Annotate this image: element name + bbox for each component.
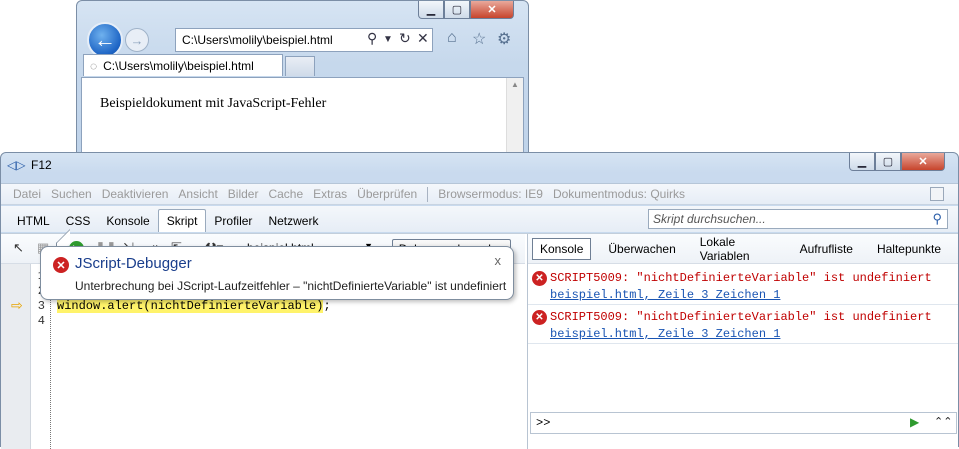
tab-profiler[interactable]: Profiler bbox=[206, 210, 260, 232]
gear-icon[interactable]: ⚙ bbox=[497, 29, 511, 49]
minimize-button[interactable]: ▁ bbox=[849, 153, 875, 171]
close-button[interactable]: ✕ bbox=[901, 153, 945, 171]
browser-tab[interactable]: ◌ C:\Users\molily\beispiel.html bbox=[83, 54, 283, 76]
caption-buttons: ▁ ▢ ✕ bbox=[849, 153, 945, 171]
console-message-link[interactable]: beispiel.html, Zeile 3 Zeichen 1 bbox=[550, 288, 780, 302]
browser-window: ▁ ▢ ✕ ← → C:\Users\molily\beispiel.html … bbox=[76, 0, 529, 162]
code-token: window.alert(nichtDefinierteVariable) bbox=[57, 299, 324, 313]
menu-item-bilder[interactable]: Bilder bbox=[228, 187, 259, 201]
close-icon[interactable]: x bbox=[495, 253, 502, 268]
document-mode-menu[interactable]: Dokumentmodus: Quirks bbox=[553, 187, 685, 201]
address-text: C:\Users\molily\beispiel.html bbox=[182, 33, 333, 47]
back-button[interactable]: ← bbox=[87, 22, 123, 58]
vertical-scrollbar[interactable]: ▲ bbox=[506, 78, 523, 162]
expand-console-icon[interactable]: ⌃⌃ bbox=[934, 415, 952, 428]
console-message: ✕ SCRIPT5009: "nichtDefinierteVariable" … bbox=[528, 306, 958, 344]
devtools-icon: ◁▷ bbox=[7, 158, 26, 172]
menu-bar: Datei Suchen Deaktivieren Ansicht Bilder… bbox=[1, 183, 958, 205]
caption-buttons: ▁ ▢ ✕ bbox=[418, 1, 514, 19]
console-message-link[interactable]: beispiel.html, Zeile 3 Zeichen 1 bbox=[550, 327, 780, 341]
favorites-icon[interactable]: ☆ bbox=[472, 29, 486, 49]
select-element-icon[interactable]: ↖ bbox=[13, 240, 24, 256]
window-title: F12 bbox=[31, 158, 52, 172]
forward-button[interactable]: → bbox=[125, 28, 149, 52]
console-message-text: SCRIPT5009: "nichtDefinierteVariable" is… bbox=[550, 271, 932, 285]
console-tab-haltepunkte[interactable]: Haltepunkte bbox=[870, 239, 948, 259]
tab-konsole[interactable]: Konsole bbox=[98, 210, 157, 232]
maximize-button[interactable]: ▢ bbox=[875, 153, 901, 171]
breakpoint-gutter[interactable] bbox=[1, 264, 31, 449]
error-icon: ✕ bbox=[532, 271, 547, 286]
close-button[interactable]: ✕ bbox=[470, 1, 514, 19]
minimize-button[interactable]: ▁ bbox=[418, 1, 444, 19]
tab-netzwerk[interactable]: Netzwerk bbox=[260, 210, 326, 232]
menu-separator bbox=[427, 186, 429, 202]
debugger-balloon: ✕ JScript-Debugger x Unterbrechung bei J… bbox=[40, 246, 514, 300]
error-icon: ✕ bbox=[53, 257, 69, 273]
balloon-title: JScript-Debugger bbox=[75, 255, 192, 272]
console-pane: Konsole Überwachen Lokale Variablen Aufr… bbox=[527, 234, 958, 449]
search-icon[interactable]: ⚲ bbox=[367, 30, 377, 47]
error-icon: ✕ bbox=[532, 310, 547, 325]
collapse-icon[interactable] bbox=[930, 187, 944, 201]
code-token: ; bbox=[323, 299, 331, 313]
console-tab-aufrufliste[interactable]: Aufrufliste bbox=[793, 239, 860, 259]
console-input[interactable]: >> bbox=[530, 412, 957, 434]
new-tab-button[interactable] bbox=[285, 56, 315, 76]
balloon-message: Unterbrechung bei JScript-Laufzeitfehler… bbox=[75, 279, 507, 293]
home-icon[interactable]: ⌂ bbox=[447, 29, 457, 47]
console-tab-ueberwachen[interactable]: Überwachen bbox=[601, 239, 682, 259]
loading-icon: ◌ bbox=[90, 58, 98, 73]
script-search-input[interactable]: Skript durchsuchen... bbox=[648, 209, 948, 229]
menu-item-suchen[interactable]: Suchen bbox=[51, 187, 92, 201]
tab-title: C:\Users\molily\beispiel.html bbox=[103, 58, 254, 73]
tab-css[interactable]: CSS bbox=[58, 210, 99, 232]
maximize-button[interactable]: ▢ bbox=[444, 1, 470, 19]
console-tab-lokale-variablen[interactable]: Lokale Variablen bbox=[693, 232, 783, 266]
current-line-arrow-icon: ⇨ bbox=[11, 297, 23, 313]
line-number: 4 bbox=[37, 314, 45, 328]
run-script-icon[interactable]: ▶ bbox=[910, 415, 919, 429]
console-tab-konsole[interactable]: Konsole bbox=[532, 237, 592, 260]
tab-html[interactable]: HTML bbox=[9, 210, 58, 232]
tab-skript[interactable]: Skript bbox=[157, 209, 207, 232]
page-content: Beispieldokument mit JavaScript-Fehler bbox=[100, 96, 327, 111]
search-icon[interactable]: ⚲ bbox=[932, 211, 942, 227]
console-message: ✕ SCRIPT5009: "nichtDefinierteVariable" … bbox=[528, 267, 958, 305]
menu-item-deaktivieren[interactable]: Deaktivieren bbox=[102, 187, 169, 201]
menu-item-cache[interactable]: Cache bbox=[268, 187, 303, 201]
menu-item-extras[interactable]: Extras bbox=[313, 187, 347, 201]
stop-icon[interactable]: ✕ bbox=[417, 30, 429, 47]
console-message-text: SCRIPT5009: "nichtDefinierteVariable" is… bbox=[550, 310, 932, 324]
menu-item-datei[interactable]: Datei bbox=[13, 187, 41, 201]
scroll-up-icon[interactable]: ▲ bbox=[511, 80, 519, 89]
code-line: window.alert(nichtDefinierteVariable); bbox=[57, 299, 331, 313]
console-tabs: Konsole Überwachen Lokale Variablen Aufr… bbox=[528, 234, 958, 264]
dropdown-icon[interactable]: ▼ bbox=[383, 34, 393, 45]
page-viewport: Beispieldokument mit JavaScript-Fehler ▲ bbox=[81, 77, 524, 162]
line-number: 3 bbox=[37, 299, 45, 313]
menu-item-ueberpruefen[interactable]: Überprüfen bbox=[357, 187, 417, 201]
refresh-icon[interactable]: ↻ bbox=[399, 30, 411, 47]
menu-item-ansicht[interactable]: Ansicht bbox=[178, 187, 217, 201]
address-bar[interactable]: C:\Users\molily\beispiel.html bbox=[175, 28, 433, 52]
browser-mode-menu[interactable]: Browsermodus: IE9 bbox=[438, 187, 543, 201]
